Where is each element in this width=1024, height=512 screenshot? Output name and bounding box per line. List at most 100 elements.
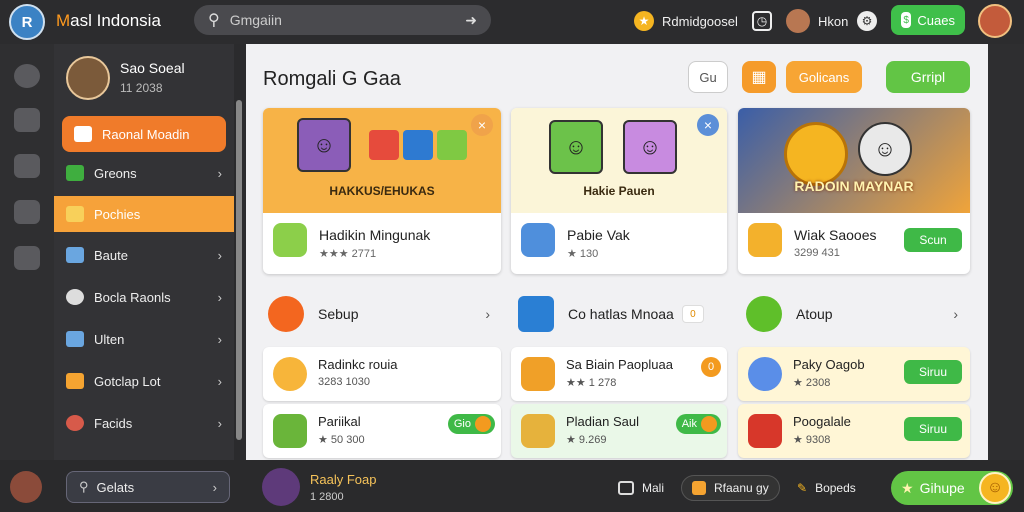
green-button[interactable]: Grripl — [886, 61, 970, 93]
list-item-title: Sa Biain Paopluaa — [566, 357, 673, 372]
bottom-item-label: Mali — [642, 481, 665, 495]
list-item-pill[interactable]: Gio — [447, 414, 495, 434]
settings-button[interactable]: ⚙ — [857, 8, 885, 34]
schedule-button[interactable]: ◷ — [752, 8, 780, 34]
list-item[interactable]: Pariikal ★ 50 300 Gio — [263, 404, 501, 458]
chat-icon[interactable] — [14, 64, 40, 88]
section-icon — [518, 296, 554, 332]
card-item-sub: ★ 130 — [567, 248, 599, 260]
list-item[interactable]: Radinkc rouia 3283 1030 — [263, 347, 501, 401]
sidebar-item-gotclap[interactable]: Gotclap Lot › — [54, 363, 234, 399]
bottom-cta-button[interactable]: ★ Gihupe ☺ — [891, 471, 1013, 505]
list-action-button[interactable]: Siruu — [904, 417, 962, 441]
chevron-right-icon: › — [217, 373, 222, 389]
section-header[interactable]: Co hatlas Mnoaa 0 — [518, 294, 712, 334]
list-action-button[interactable]: Siruu — [904, 360, 962, 384]
card-banner-title: RADOIN MAYNAR — [794, 178, 914, 194]
sidebar-item-icon — [66, 415, 84, 431]
sidebar-scrollbar[interactable] — [236, 100, 242, 440]
bottom-cta-label: Gihupe — [919, 480, 965, 496]
window-icon[interactable] — [14, 200, 40, 224]
icon-button[interactable]: Gu — [688, 61, 728, 93]
list-item-sub: 3283 1030 — [318, 376, 370, 388]
close-icon[interactable]: × — [471, 114, 493, 136]
sidebar-item-icon — [66, 247, 84, 263]
bottom-avatar[interactable] — [10, 471, 42, 503]
sidebar-item-pochies[interactable]: Pochies — [54, 196, 234, 232]
bottom-user-sub: 1 2800 — [310, 491, 344, 503]
sidebar-item-baute[interactable]: Baute › — [54, 237, 234, 273]
sidebar-item-icon — [66, 373, 84, 389]
bottom-item-mail[interactable]: Mali — [618, 475, 664, 501]
bell-icon[interactable] — [14, 108, 40, 132]
list-item[interactable]: Paky Oagob ★ 2308 Siruu — [738, 347, 970, 401]
game-card[interactable]: ☺ ☺ Hakie Pauen × Pabie Vak ★ 130 — [511, 108, 727, 274]
bottom-item-bopeds[interactable]: ✎ Bopeds — [797, 475, 856, 501]
card-action-button[interactable]: Scun — [904, 228, 962, 252]
sidebar-item-label: Greons — [94, 165, 137, 181]
top-cta-button[interactable]: $ Cuaes — [891, 5, 965, 35]
arrow-icon[interactable]: ➜ — [465, 12, 477, 29]
list-item-title: Poogalale — [793, 414, 851, 429]
chevron-right-icon: › — [485, 306, 490, 322]
game-card[interactable]: ☺ HAKKUS/EHUKAS × Hadikin Mingunak ★★★ 2… — [263, 108, 501, 274]
cloud-icon[interactable] — [14, 246, 40, 270]
top-cta-label: Cuaes — [917, 12, 955, 28]
item-icon — [273, 414, 307, 448]
coin-icon: ☺ — [979, 472, 1011, 504]
coin-icon — [273, 357, 307, 391]
tag-icon: $ — [901, 12, 912, 28]
clock-icon: ◷ — [752, 11, 772, 31]
sidebar-item-bocla[interactable]: Bocla Raonls › — [54, 279, 234, 315]
search-bar[interactable]: ⚲ Gmgaiin ➜ — [194, 5, 491, 35]
left-rail — [0, 44, 54, 460]
sidebar-avatar[interactable] — [66, 56, 110, 100]
list-item-sub: ★ 9.269 — [566, 434, 607, 446]
bottom-search[interactable]: ⚲ Gelats › — [66, 471, 230, 503]
character-portrait: ☺ — [858, 122, 912, 176]
list-item-title: Radinkc rouia — [318, 357, 398, 372]
brand-avatar[interactable]: R — [9, 4, 45, 40]
card-item-sub: 3299 431 — [794, 247, 840, 259]
card-item-title: Wiak Saooes — [794, 227, 877, 243]
item-icon — [748, 223, 782, 257]
game-card[interactable]: ☺ RADOIN MAYNAR Wiak Saooes 3299 431 Scu… — [738, 108, 970, 274]
pill-dot-icon — [475, 416, 491, 432]
list-item[interactable]: Sa Biain Paopluaa ★★ 1 278 0 — [511, 347, 727, 401]
mail-icon — [618, 481, 634, 495]
chevron-right-icon: › — [217, 331, 222, 347]
bottom-item-pill[interactable]: Rfaanu gy — [681, 475, 780, 501]
section-label: Sebup — [318, 306, 359, 322]
grid-icon[interactable]: ▦ — [742, 61, 776, 93]
box-icon — [692, 481, 706, 495]
user-menu[interactable]: Hkon — [786, 8, 848, 34]
section-header[interactable]: Atoup › — [746, 294, 958, 334]
chevron-right-icon: › — [217, 289, 222, 305]
list-item-sub: ★ 9308 — [793, 434, 831, 446]
sidebar-item-raonal[interactable]: Raonal Moadin — [62, 116, 226, 152]
sidebar-item-facids[interactable]: Facids › — [54, 405, 234, 441]
orange-button[interactable]: Golicans — [786, 61, 862, 93]
page-title: Romgali G Gaa — [263, 68, 401, 90]
close-icon[interactable]: × — [697, 114, 719, 136]
chevron-right-icon: › — [953, 306, 958, 322]
sidebar-item-greons[interactable]: Greons › — [54, 155, 234, 191]
pill-label: Aik — [681, 418, 697, 430]
user-name: Hkon — [818, 13, 849, 29]
promo-item[interactable]: ★ Rdmidgoosel — [634, 8, 738, 34]
gear-icon: ⚙ — [857, 11, 877, 31]
search-input[interactable]: Gmgaiin — [230, 12, 466, 28]
list-item-pill[interactable]: Aik — [675, 414, 721, 434]
section-header[interactable]: Sebup › — [268, 294, 490, 334]
profile-avatar[interactable] — [978, 4, 1012, 38]
list-item-badge: 0 — [701, 357, 721, 377]
bottom-item-label: Rfaanu gy — [714, 481, 769, 495]
list-item[interactable]: Poogalale ★ 9308 Siruu — [738, 404, 970, 458]
list-item[interactable]: Pladian Saul ★ 9.269 Aik — [511, 404, 727, 458]
chevron-right-icon: › — [217, 165, 222, 181]
bottom-user-avatar[interactable] — [262, 468, 300, 506]
profile-name: Sao Soeal — [120, 60, 185, 76]
sidebar-item-ulten[interactable]: Ulten › — [54, 321, 234, 357]
sidebar: Sao Soeal 11 2038 Raonal Moadin Greons ›… — [54, 44, 234, 460]
store-icon[interactable] — [14, 154, 40, 178]
